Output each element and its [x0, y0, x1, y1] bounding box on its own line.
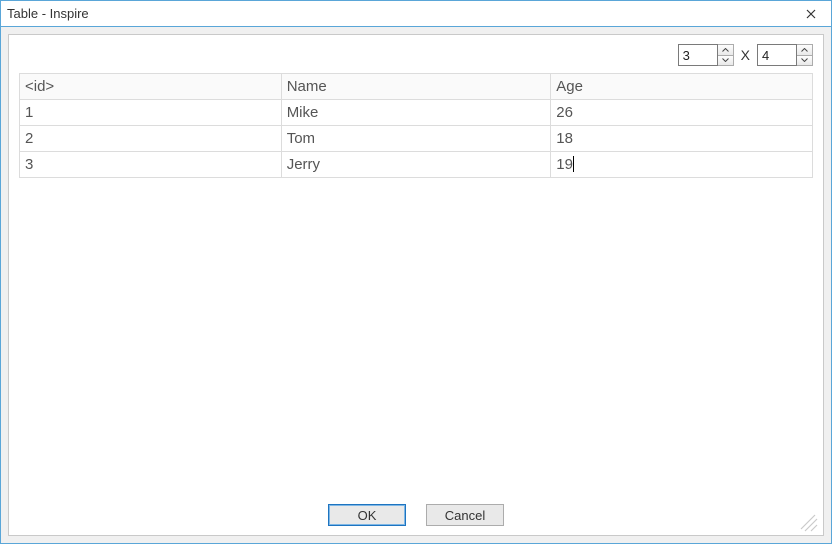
rows-spinner-arrows — [718, 44, 734, 66]
inner-panel: X <id> Name Age — [8, 34, 824, 536]
chevron-up-icon — [801, 48, 808, 52]
cell-name[interactable]: Mike — [281, 100, 551, 126]
client-area: X <id> Name Age — [1, 27, 831, 543]
cell-name[interactable]: Jerry — [281, 152, 551, 178]
data-table[interactable]: <id> Name Age 1 Mike 26 2 To — [19, 73, 813, 178]
chevron-up-icon — [722, 48, 729, 52]
rows-input[interactable] — [678, 44, 718, 66]
cell-age[interactable]: 26 — [551, 100, 813, 126]
cell-id[interactable]: 2 — [20, 126, 282, 152]
dialog-window: Table - Inspire X — [0, 0, 832, 544]
table-container: <id> Name Age 1 Mike 26 2 To — [19, 73, 813, 495]
close-button[interactable] — [791, 1, 831, 26]
table-header-row: <id> Name Age — [20, 74, 813, 100]
table-row[interactable]: 2 Tom 18 — [20, 126, 813, 152]
dimension-controls: X — [9, 35, 823, 73]
dialog-footer: OK Cancel — [9, 495, 823, 535]
col-header-age[interactable]: Age — [551, 74, 813, 100]
cell-id[interactable]: 1 — [20, 100, 282, 126]
titlebar: Table - Inspire — [1, 1, 831, 27]
table-row[interactable]: 1 Mike 26 — [20, 100, 813, 126]
rows-down-button[interactable] — [718, 55, 733, 66]
cell-age[interactable]: 18 — [551, 126, 813, 152]
rows-up-button[interactable] — [718, 45, 733, 55]
chevron-down-icon — [801, 58, 808, 62]
col-header-id[interactable]: <id> — [20, 74, 282, 100]
cell-id[interactable]: 3 — [20, 152, 282, 178]
col-header-name[interactable]: Name — [281, 74, 551, 100]
resize-grip-icon — [799, 513, 819, 533]
cancel-button[interactable]: Cancel — [426, 504, 504, 526]
cols-spinner-arrows — [797, 44, 813, 66]
table-row[interactable]: 3 Jerry 19 — [20, 152, 813, 178]
cell-age-editing[interactable]: 19 — [551, 152, 813, 178]
close-icon — [806, 9, 816, 19]
cols-spinner[interactable] — [757, 44, 813, 66]
ok-button[interactable]: OK — [328, 504, 406, 526]
table-body: 1 Mike 26 2 Tom 18 3 Jerry — [20, 100, 813, 178]
chevron-down-icon — [722, 58, 729, 62]
cell-name[interactable]: Tom — [281, 126, 551, 152]
cell-edit-value[interactable]: 19 — [556, 156, 573, 173]
cols-input[interactable] — [757, 44, 797, 66]
text-caret — [573, 156, 574, 172]
cols-up-button[interactable] — [797, 45, 812, 55]
rows-spinner[interactable] — [678, 44, 734, 66]
dimension-separator: X — [741, 47, 750, 63]
window-title: Table - Inspire — [7, 6, 791, 21]
cols-down-button[interactable] — [797, 55, 812, 66]
